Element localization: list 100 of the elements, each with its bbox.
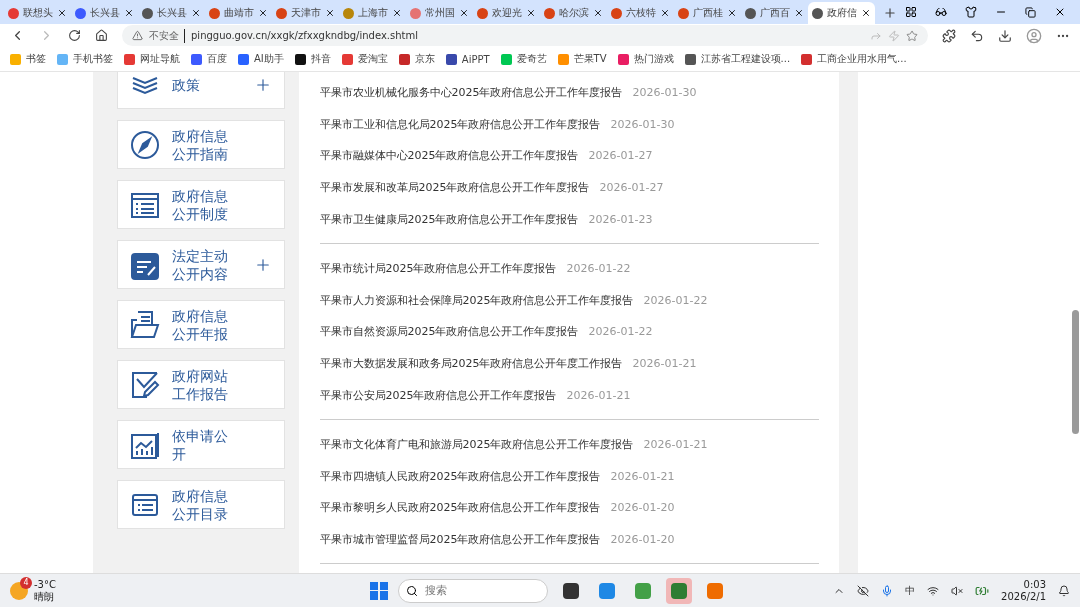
site-icon (142, 7, 153, 19)
microphone-icon[interactable] (881, 584, 894, 597)
taskbar-search[interactable]: 搜索 (398, 578, 548, 603)
report-link[interactable]: 平果市统计局2025年政府信息公开工作年度报告 (319, 261, 557, 277)
temperature: -3°C (34, 578, 56, 591)
wifi-icon[interactable] (927, 584, 940, 597)
input-method[interactable]: 中 (905, 583, 916, 598)
start-icon[interactable] (370, 581, 388, 600)
sidebar-item[interactable]: 政府信息公开目录 (116, 480, 285, 529)
browser-tab[interactable]: 天津市 (272, 2, 339, 24)
report-date: 2026-01-30 (632, 86, 697, 100)
bookmark-icon (684, 53, 696, 65)
shirt-icon[interactable] (965, 6, 977, 18)
browser-tab[interactable]: 长兴县 (71, 2, 138, 24)
extensions-icon[interactable] (942, 28, 956, 43)
undo-icon[interactable] (970, 28, 984, 43)
security-label: 不安全 (149, 28, 185, 43)
bookmark-link[interactable]: 芒果TV (557, 52, 607, 66)
close-icon[interactable] (861, 8, 871, 18)
report-link[interactable]: 平果市农业机械化服务中心2025年政府信息公开工作年度报告 (319, 85, 623, 101)
address-bar[interactable]: 不安全 pingguo.gov.cn/xxgk/zfxxgkndbg/index.shtml (122, 25, 928, 46)
report-date: 2026-01-23 (588, 212, 653, 226)
report-link[interactable]: 平果市文化体育广电和旅游局2025年政府信息公开工作年度报告 (319, 437, 634, 453)
profile-icon[interactable] (1026, 27, 1042, 44)
browser-tab[interactable]: 政府信 (808, 2, 875, 24)
browser-tab[interactable]: 六枝特 (607, 2, 674, 24)
browser-tab[interactable]: 常州国 (406, 2, 473, 24)
bookmark-icon (10, 53, 21, 65)
report-date: 2026-01-30 (610, 117, 675, 131)
bookmark-link[interactable]: 百度 (191, 52, 227, 66)
close-icon[interactable] (1054, 6, 1066, 18)
close-icon[interactable] (526, 8, 536, 18)
bookmark-link[interactable]: 爱淘宝 (341, 52, 388, 66)
home-icon[interactable] (95, 29, 108, 42)
download-icon[interactable] (998, 28, 1012, 43)
browser-tab[interactable]: 长兴县 (138, 2, 205, 24)
bookmark-link[interactable]: 书签 (10, 52, 46, 66)
bookmark-link[interactable]: AI助手 (238, 52, 284, 66)
close-icon[interactable] (727, 8, 737, 18)
report-link[interactable]: 平果市工业和信息化局2025年政府信息公开工作年度报告 (319, 116, 601, 132)
report-link[interactable]: 平果市大数据发展和政务局2025年政府信息公开年度工作报告 (319, 356, 623, 372)
report-link[interactable]: 平果市公安局2025年政府信息公开工作年度报告 (319, 387, 557, 403)
report-date: 2026-01-21 (643, 438, 708, 452)
report-link[interactable]: 平果市卫生健康局2025年政府信息公开工作年度报告 (319, 211, 579, 227)
scrollbar-thumb[interactable] (1072, 310, 1079, 434)
new-tab-icon[interactable] (883, 6, 897, 20)
close-icon[interactable] (660, 8, 670, 18)
close-icon[interactable] (392, 8, 402, 18)
close-icon[interactable] (459, 8, 469, 18)
sidebar-item[interactable]: 政府信息公开制度 (116, 180, 285, 229)
sidebar-item[interactable]: 法定主动公开内容 (116, 240, 285, 289)
bookmark-icon (801, 53, 813, 65)
sidebar-item[interactable]: 政策 (116, 72, 285, 109)
report-link[interactable]: 平果市发展和改革局2025年政府信息公开工作年度报告 (319, 180, 590, 196)
glasses-icon[interactable] (935, 6, 947, 18)
browser-tab[interactable]: 广西桂 (674, 2, 741, 24)
report-link[interactable]: 平果市人力资源和社会保障局2025年政府信息公开工作年度报告 (319, 292, 634, 308)
sidebar-item[interactable]: 政府信息公开年报 (116, 300, 285, 349)
browser-tab[interactable]: 上海市 (339, 2, 406, 24)
close-icon[interactable] (57, 8, 67, 18)
close-icon[interactable] (191, 8, 201, 18)
restore-icon[interactable] (1025, 6, 1036, 18)
warning-icon (132, 30, 143, 41)
reload-icon[interactable] (68, 29, 81, 42)
browser-tab[interactable]: 广西百 (741, 2, 808, 24)
grid-icon[interactable] (905, 6, 917, 18)
hidden-eye-icon[interactable] (857, 584, 870, 597)
report-link[interactable]: 平果市四塘镇人民政府2025年政府信息公开工作年度报告 (319, 468, 601, 484)
bookmark-link[interactable]: AiPPT (445, 53, 490, 65)
report-link[interactable]: 平果市融媒体中心2025年政府信息公开工作年度报告 (319, 148, 579, 164)
report-link[interactable]: 平果市城市管理监督局2025年政府信息公开工作年度报告 (319, 532, 601, 547)
close-icon[interactable] (124, 8, 134, 18)
bookmark-link[interactable]: 爱奇艺 (500, 52, 547, 66)
bookmark-link[interactable]: 热门游戏 (617, 52, 674, 66)
browser-tab[interactable]: 哈尔滨 (540, 2, 607, 24)
browser-tab[interactable]: 曲靖市 (205, 2, 272, 24)
bookmark-icon (557, 53, 569, 65)
sidebar-item[interactable]: 依申请公开 (116, 420, 285, 469)
bookmark-link[interactable]: 京东 (398, 52, 435, 66)
pen-checkbox-icon (129, 369, 160, 400)
bookmark-link[interactable]: 抖音 (294, 52, 331, 66)
sidebar-item[interactable]: 政府网站工作报告 (116, 360, 285, 409)
close-icon[interactable] (325, 8, 335, 18)
browser-tab[interactable]: 欢迎光 (473, 2, 540, 24)
report-link[interactable]: 平果市自然资源局2025年政府信息公开工作年度报告 (319, 324, 579, 340)
bookmark-link[interactable]: 网址导航 (124, 52, 180, 66)
mute-icon[interactable] (951, 584, 964, 597)
bookmark-link[interactable]: 江苏省工程建设项... (684, 52, 791, 66)
close-icon[interactable] (794, 8, 804, 18)
bell-icon[interactable] (1058, 584, 1070, 597)
report-date: 2026-01-21 (566, 388, 631, 402)
bookmark-icon (500, 53, 512, 65)
report-link[interactable]: 平果市黎明乡人民政府2025年政府信息公开工作年度报告 (319, 500, 601, 516)
bookmark-link[interactable]: 手机书签 (57, 52, 113, 66)
star-icon[interactable] (906, 29, 918, 42)
browser-tab[interactable]: 联想头 (4, 2, 71, 24)
close-icon[interactable] (593, 8, 603, 18)
bookmark-link[interactable]: 工商企业用水用气... (801, 52, 907, 66)
close-icon[interactable] (258, 8, 268, 18)
sidebar-item[interactable]: 政府信息公开指南 (116, 120, 285, 169)
